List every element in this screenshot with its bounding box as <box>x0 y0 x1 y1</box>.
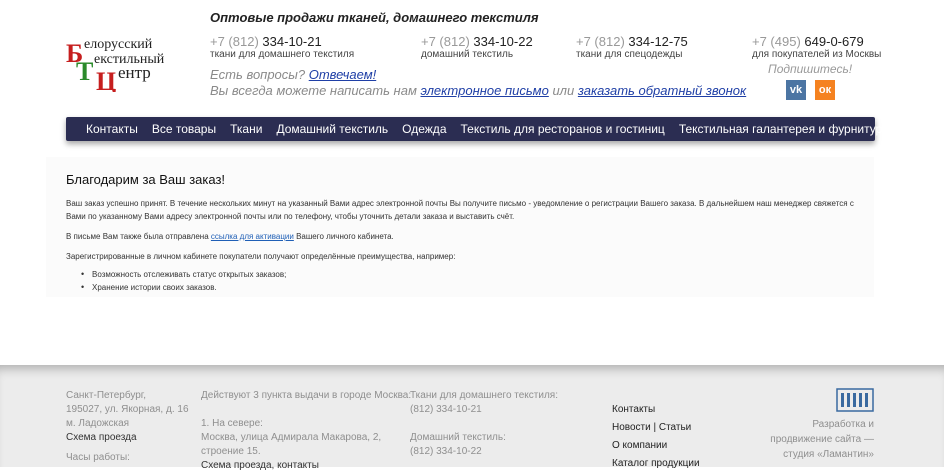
header-tagline: Оптовые продажи тканей, домашнего тексти… <box>210 10 539 25</box>
list-item: Хранение истории своих заказов. <box>81 282 217 292</box>
nav-item-fabrics[interactable]: Ткани <box>223 122 269 136</box>
footer-link-about[interactable]: О компании <box>612 437 700 455</box>
footer-link-contacts[interactable]: Контакты <box>612 401 700 419</box>
footer-link-news[interactable]: Новости | Статьи <box>612 419 700 437</box>
footer-pickup-points: Действуют 3 пункта выдачи в городе Москв… <box>201 390 412 473</box>
hours-label: Часы работы: <box>66 452 130 463</box>
answer-link[interactable]: Отвечаем! <box>309 67 377 82</box>
phone-block-1: +7 (812) 334-10-21 ткани для домашнего т… <box>210 34 355 60</box>
nav-item-clothing[interactable]: Одежда <box>395 122 453 136</box>
footer-phones: Ткани для домашнего текстиля: (812) 334-… <box>410 390 558 457</box>
nav-item-haberdashery[interactable]: Текстильная галантерея и фурнитура <box>672 122 896 136</box>
write-line: Вы всегда можете написать нам электронно… <box>210 83 747 98</box>
phone-number[interactable]: 649-0-679 <box>804 34 863 49</box>
company-logo[interactable]: Б Т Ц елорусский екстильный ентр <box>66 36 186 96</box>
pickup-map-link[interactable]: Схема проезда, контакты <box>201 459 411 473</box>
benefits-intro: Зарегистрированные в личном кабинете пок… <box>66 252 456 261</box>
nav-item-all-products[interactable]: Все товары <box>145 122 223 136</box>
logo-line-3: ентр <box>118 63 151 82</box>
nav-item-home-textile[interactable]: Домашний текстиль <box>269 122 395 136</box>
map-link[interactable]: Схема проезда <box>66 431 189 445</box>
activation-text: В письме Вам также была отправлена ссылк… <box>66 232 394 241</box>
svg-text:Ц: Ц <box>96 67 116 92</box>
logo-line-1: елорусский <box>84 37 153 52</box>
phone-block-4: +7 (495) 649-0-679 для покупателей из Мо… <box>752 34 882 60</box>
page-title: Благодарим за Ваш заказ! <box>66 172 226 187</box>
phone-block-3: +7 (812) 334-12-75 ткани для спецодежды <box>576 34 688 60</box>
svg-text:Т: Т <box>76 57 93 86</box>
footer-link-catalog[interactable]: Каталог продукции <box>612 455 700 473</box>
order-accepted-text: Ваш заказ успешно принят. В течение неск… <box>66 199 854 221</box>
activation-link[interactable]: ссылка для активации <box>211 232 294 241</box>
nav-item-contacts[interactable]: Контакты <box>66 122 145 136</box>
phone-number[interactable]: 334-12-75 <box>628 34 687 49</box>
nav-item-horeca-textile[interactable]: Текстиль для ресторанов и гостиниц <box>454 122 672 136</box>
email-link[interactable]: электронное письмо <box>420 83 548 98</box>
footer-address: Санкт-Петербург, 195027, ул. Якорная, д.… <box>66 390 189 463</box>
phone-block-2: +7 (812) 334-10-22 домашний текстиль <box>421 34 533 60</box>
phone-number[interactable]: 334-10-22 <box>473 34 532 49</box>
vk-icon[interactable]: vk <box>786 80 806 100</box>
list-item: Возможность отслеживать статус открытых … <box>81 269 286 279</box>
subscribe-label: Подпишитесь! <box>768 62 853 76</box>
developer-credit[interactable]: Разработка и продвижение сайта — студия … <box>770 417 874 462</box>
main-nav: Контакты Все товары Ткани Домашний текст… <box>66 117 889 141</box>
odnoklassniki-icon[interactable]: ок <box>815 80 835 100</box>
callback-link[interactable]: заказать обратный звонок <box>578 83 746 98</box>
footer-menu: Контакты Новости | Статьи О компании Кат… <box>612 401 700 473</box>
lamantin-logo-icon[interactable] <box>836 388 874 412</box>
phone-number[interactable]: 334-10-21 <box>262 34 321 49</box>
question-line: Есть вопросы? Отвечаем! <box>210 67 377 82</box>
